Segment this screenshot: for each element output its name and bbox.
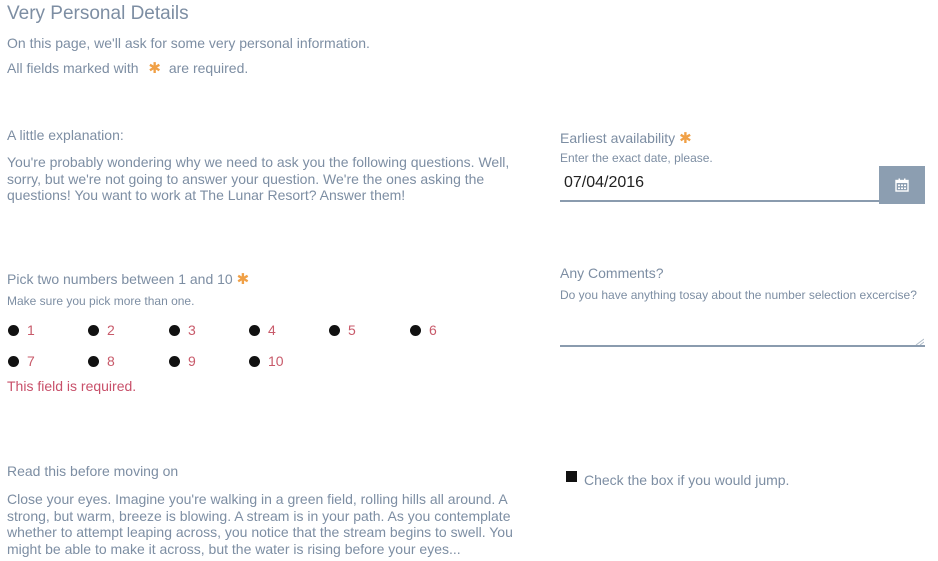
- explanation-label: A little explanation:: [7, 127, 124, 143]
- number-option-label: 6: [429, 322, 437, 338]
- numbers-hint: Make sure you pick more than one.: [7, 294, 195, 308]
- jump-checkbox-label[interactable]: Check the box if you would jump.: [584, 472, 789, 488]
- story-text: Close your eyes. Imagine you're walking …: [7, 491, 513, 557]
- number-option-4[interactable]: 4: [249, 322, 276, 338]
- comments-label: Any Comments?: [560, 265, 664, 281]
- radio-circle[interactable]: [249, 355, 260, 367]
- number-option-label: 2: [107, 322, 115, 338]
- availability-date-input[interactable]: [560, 166, 879, 202]
- required-star-icon: ✱: [236, 271, 250, 288]
- radio-circle[interactable]: [329, 324, 340, 336]
- availability-hint: Enter the exact date, please.: [560, 151, 713, 165]
- calendar-icon: [895, 178, 909, 192]
- number-option-label: 7: [27, 353, 35, 369]
- number-option-9[interactable]: 9: [169, 353, 196, 369]
- numbers-error-message: This field is required.: [7, 378, 137, 394]
- number-option-label: 3: [188, 322, 196, 338]
- jump-checkbox[interactable]: [566, 471, 577, 482]
- comments-textarea[interactable]: [560, 310, 925, 347]
- radio-circle[interactable]: [169, 355, 180, 367]
- radio-circle[interactable]: [88, 324, 99, 336]
- number-option-3[interactable]: 3: [169, 322, 196, 338]
- required-note-prefix: All fields marked with: [7, 60, 139, 76]
- numbers-label-text: Pick two numbers between 1 and 10: [7, 271, 233, 287]
- radio-circle[interactable]: [8, 355, 19, 367]
- number-option-label: 8: [107, 353, 115, 369]
- number-option-10[interactable]: 10: [249, 353, 284, 369]
- number-option-label: 9: [188, 353, 196, 369]
- number-option-6[interactable]: 6: [410, 322, 437, 338]
- resize-handle-icon[interactable]: [912, 337, 924, 345]
- page-title: Very Personal Details: [7, 3, 189, 24]
- availability-label-text: Earliest availability: [560, 130, 676, 146]
- availability-label: Earliest availability ✱: [560, 129, 692, 147]
- number-option-label: 1: [27, 322, 35, 338]
- number-option-8[interactable]: 8: [88, 353, 115, 369]
- radio-circle[interactable]: [410, 324, 421, 336]
- story-label: Read this before moving on: [7, 463, 179, 479]
- page-intro: On this page, we'll ask for some very pe…: [7, 35, 370, 51]
- number-option-label: 4: [268, 322, 276, 338]
- radio-circle[interactable]: [169, 324, 180, 336]
- number-option-7[interactable]: 7: [8, 353, 35, 369]
- number-option-5[interactable]: 5: [329, 322, 356, 338]
- required-note: All fields marked with ✱ are required.: [7, 59, 248, 77]
- number-option-2[interactable]: 2: [88, 322, 115, 338]
- required-star-icon: ✱: [148, 60, 161, 77]
- explanation-text: You're probably wondering why we need to…: [7, 154, 510, 203]
- comments-hint: Do you have anything tosay about the num…: [560, 288, 917, 302]
- availability-date-field: [560, 166, 925, 204]
- number-option-label: 10: [268, 353, 284, 369]
- calendar-button[interactable]: [879, 166, 925, 204]
- number-option-label: 5: [348, 322, 356, 338]
- radio-circle[interactable]: [249, 324, 260, 336]
- required-note-suffix: are required.: [168, 60, 249, 76]
- radio-circle[interactable]: [8, 324, 19, 336]
- numbers-label: Pick two numbers between 1 and 10 ✱: [7, 270, 249, 288]
- number-option-1[interactable]: 1: [8, 322, 35, 338]
- radio-circle[interactable]: [88, 355, 99, 367]
- required-star-icon: ✱: [679, 130, 692, 147]
